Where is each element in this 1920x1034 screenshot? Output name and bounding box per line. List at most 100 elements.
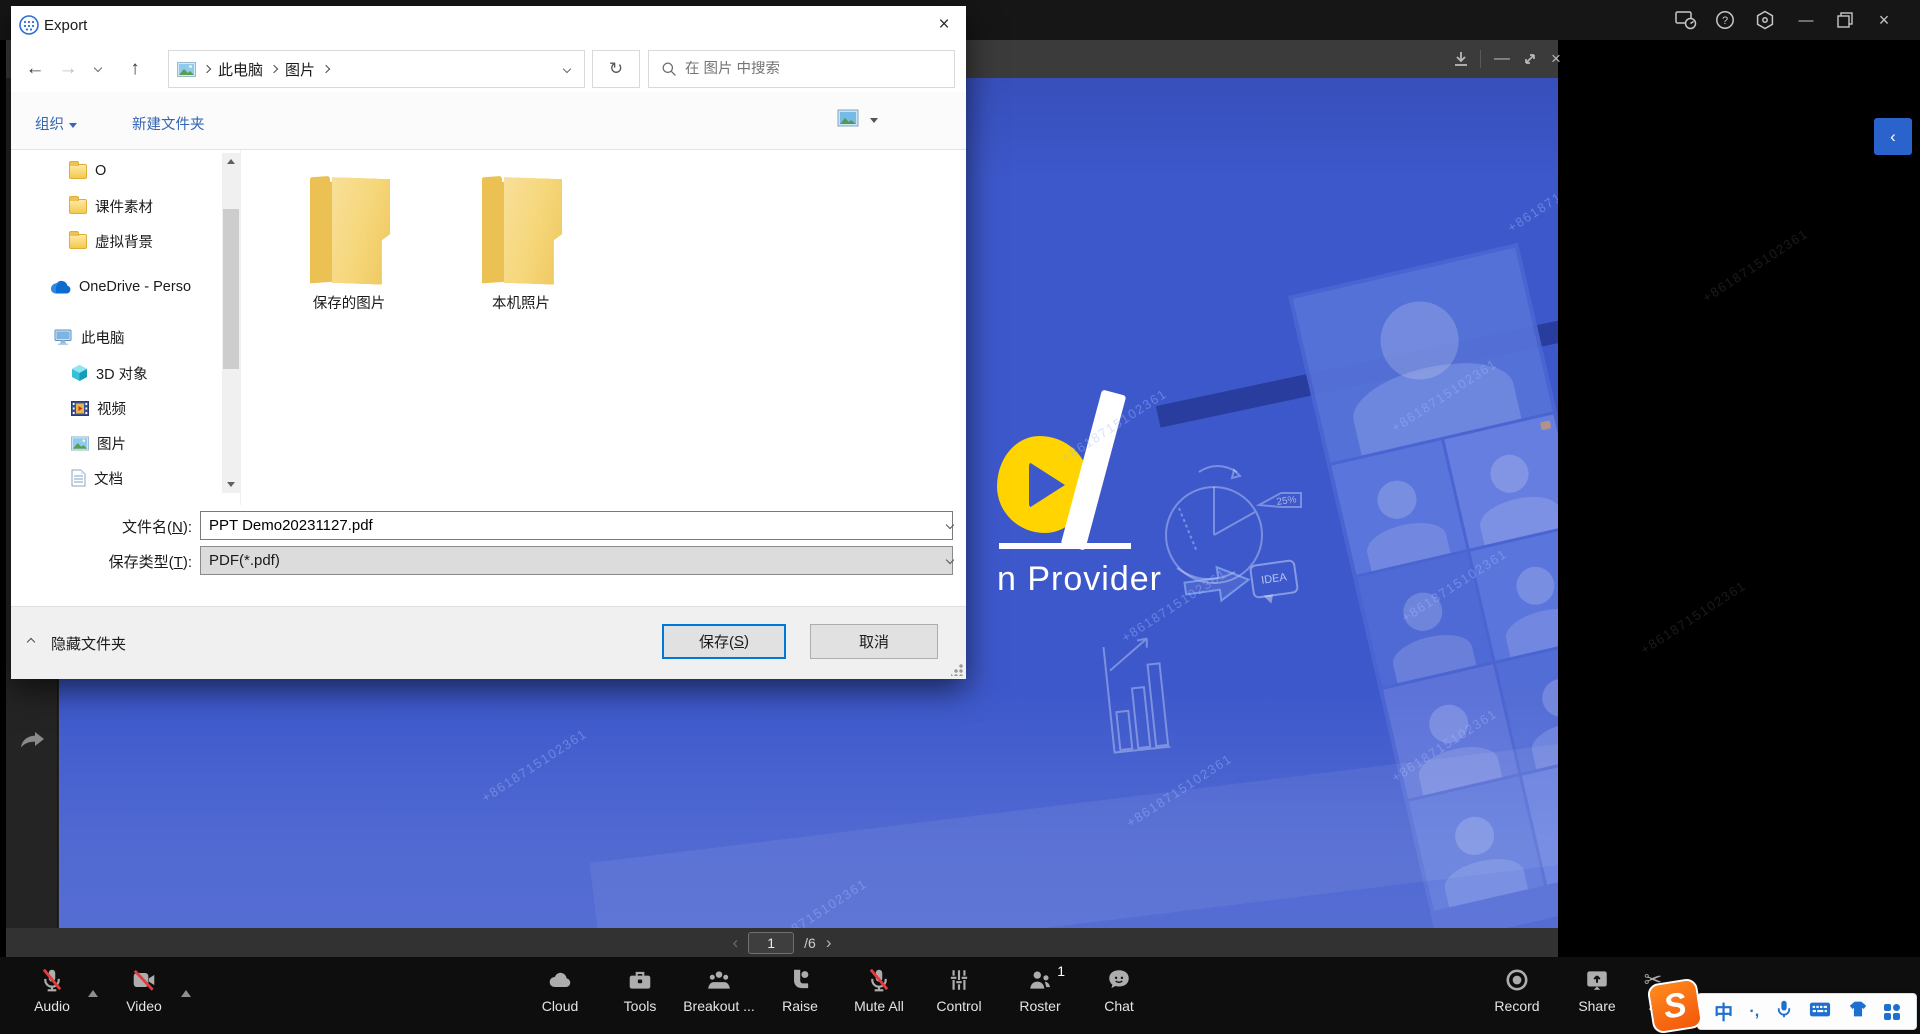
- roster-count-badge: 1: [1057, 963, 1065, 979]
- ime-toolbox-icon[interactable]: [1884, 1004, 1900, 1020]
- back-button[interactable]: ←: [21, 54, 49, 84]
- resize-grip[interactable]: [951, 664, 963, 676]
- settings-icon[interactable]: [1752, 8, 1778, 32]
- refresh-button[interactable]: ↻: [592, 50, 640, 88]
- toolbar-label: Breakout ...: [683, 998, 755, 1014]
- dialog-titlebar: Export ×: [11, 6, 966, 46]
- view-mode-button[interactable]: [837, 109, 859, 133]
- sidebar-item-this-pc[interactable]: 此电脑: [53, 322, 125, 352]
- folder-icon: [69, 199, 87, 214]
- ime-voice-icon[interactable]: [1775, 999, 1793, 1024]
- search-input[interactable]: [685, 61, 925, 77]
- sidebar-scrollbar[interactable]: [222, 153, 240, 493]
- search-box[interactable]: [648, 50, 955, 88]
- hide-folders-chevron[interactable]: [27, 638, 35, 646]
- video-options-caret[interactable]: [181, 990, 191, 997]
- microphone-muted-icon: [39, 967, 65, 993]
- toolbar-tools[interactable]: Tools: [598, 967, 682, 1014]
- breadcrumb-this-pc[interactable]: 此电脑: [218, 59, 263, 80]
- expand-video-panel-button[interactable]: ‹: [1874, 118, 1912, 155]
- address-bar[interactable]: 此电脑 图片: [168, 50, 585, 88]
- toolbar-label: Record: [1494, 998, 1539, 1014]
- toolbar-breakout[interactable]: Breakout ...: [677, 967, 761, 1014]
- pictures-location-icon: [177, 62, 196, 77]
- toolbar-label: Audio: [34, 998, 70, 1014]
- page-next-icon[interactable]: ›: [826, 934, 832, 951]
- toolbar-label: Video: [126, 998, 162, 1014]
- help-icon[interactable]: ?: [1712, 8, 1738, 32]
- new-folder-button[interactable]: 新建文件夹: [132, 113, 205, 134]
- filetype-row: 保存类型(T): PDF(*.pdf): [11, 546, 966, 576]
- toolbar-chat[interactable]: Chat: [1077, 967, 1161, 1014]
- toolbar-label: Control: [936, 998, 981, 1014]
- save-button[interactable]: 保存(S): [662, 624, 786, 659]
- close-icon[interactable]: ×: [1871, 8, 1897, 32]
- share-forward-icon[interactable]: [19, 728, 46, 757]
- viewer-close-icon[interactable]: ×: [1544, 47, 1568, 71]
- sidebar-item-videos[interactable]: 视频: [71, 393, 126, 423]
- sidebar-label: 虚拟背景: [95, 231, 153, 252]
- cancel-button[interactable]: 取消: [810, 624, 938, 659]
- meeting-toolbar: Audio Video Cloud Tools Breakout ... Rai…: [0, 957, 1920, 1034]
- up-button[interactable]: ↑: [121, 54, 149, 84]
- cube-icon: [71, 364, 88, 382]
- audio-options-caret[interactable]: [88, 990, 98, 997]
- sogou-logo[interactable]: S: [1646, 977, 1703, 1034]
- ime-keyboard-icon[interactable]: [1809, 1001, 1831, 1023]
- breadcrumb-pictures[interactable]: 图片: [285, 59, 315, 80]
- forward-button[interactable]: →: [54, 54, 82, 84]
- sidebar-item-courseware[interactable]: 课件素材: [69, 191, 153, 221]
- page-prev-icon[interactable]: ‹: [732, 934, 738, 951]
- recent-locations-chevron[interactable]: [94, 64, 102, 72]
- scrollbar-thumb[interactable]: [223, 209, 239, 369]
- ime-skin-icon[interactable]: [1848, 1000, 1868, 1023]
- filename-input[interactable]: [200, 511, 953, 540]
- sidebar-item-pictures[interactable]: 图片: [71, 428, 126, 458]
- organize-menu[interactable]: 组织: [35, 113, 77, 134]
- folder-icon: [69, 234, 87, 249]
- toolbar-label: Raise: [782, 998, 818, 1014]
- download-icon[interactable]: [1449, 47, 1473, 71]
- toolbar-control[interactable]: Control: [917, 967, 1001, 1014]
- toolbar-cloud[interactable]: Cloud: [518, 967, 602, 1014]
- sidebar-item-o[interactable]: O: [69, 156, 106, 186]
- ime-mode-chinese[interactable]: 中: [1714, 998, 1733, 1025]
- sidebar-item-documents[interactable]: 文档: [71, 463, 123, 493]
- sidebar-item-virtual-bg[interactable]: 虚拟背景: [69, 226, 153, 256]
- page-number-input[interactable]: 1: [748, 932, 794, 954]
- viewer-expand-icon[interactable]: [1518, 47, 1542, 71]
- dialog-close-icon[interactable]: ×: [922, 6, 966, 44]
- chat-icon: [1106, 967, 1132, 993]
- sidebar-item-3d-objects[interactable]: 3D 对象: [71, 358, 148, 388]
- network-stats-icon[interactable]: [1673, 8, 1699, 32]
- viewer-minimize-icon[interactable]: —: [1490, 47, 1514, 71]
- restore-icon[interactable]: [1832, 8, 1858, 32]
- view-mode-chevron[interactable]: [870, 118, 878, 123]
- toolbar-roster[interactable]: 1 Roster: [998, 967, 1082, 1014]
- export-app-icon: [18, 14, 40, 36]
- filetype-select[interactable]: PDF(*.pdf): [200, 546, 953, 575]
- scroll-up-icon[interactable]: [222, 153, 240, 170]
- sidebar-label: 视频: [97, 398, 126, 419]
- folder-icon: [69, 164, 87, 179]
- ime-toolbar[interactable]: 中 ·,: [1697, 993, 1917, 1030]
- dialog-command-bar: 组织 新建文件夹 ?: [11, 92, 966, 150]
- minimize-icon[interactable]: —: [1793, 8, 1819, 32]
- ime-punctuation-icon[interactable]: ·,: [1749, 1003, 1759, 1021]
- toolbar-video[interactable]: Video: [102, 967, 186, 1014]
- sidebar-item-onedrive[interactable]: OneDrive - Perso: [49, 272, 191, 302]
- folder-item-camera-roll[interactable]: 本机照片: [461, 174, 581, 313]
- toolbar-audio[interactable]: Audio: [10, 967, 94, 1014]
- toolbar-raise[interactable]: Raise: [758, 967, 842, 1014]
- screen: { "icons": { "back": "←", "forward": "→"…: [0, 0, 1920, 1034]
- scroll-down-icon[interactable]: [222, 476, 240, 493]
- dialog-footer: 隐藏文件夹 保存(S) 取消: [11, 606, 966, 679]
- toolbar-record[interactable]: Record: [1475, 967, 1559, 1014]
- pictures-icon: [71, 436, 89, 451]
- toolbar-mute-all[interactable]: Mute All: [837, 967, 921, 1014]
- folder-item-saved-pictures[interactable]: 保存的图片: [289, 174, 409, 313]
- toolbox-icon: [627, 967, 653, 993]
- cloud-icon: [547, 967, 573, 993]
- hide-folders-button[interactable]: 隐藏文件夹: [51, 633, 126, 654]
- toolbar-label: Tools: [624, 998, 657, 1014]
